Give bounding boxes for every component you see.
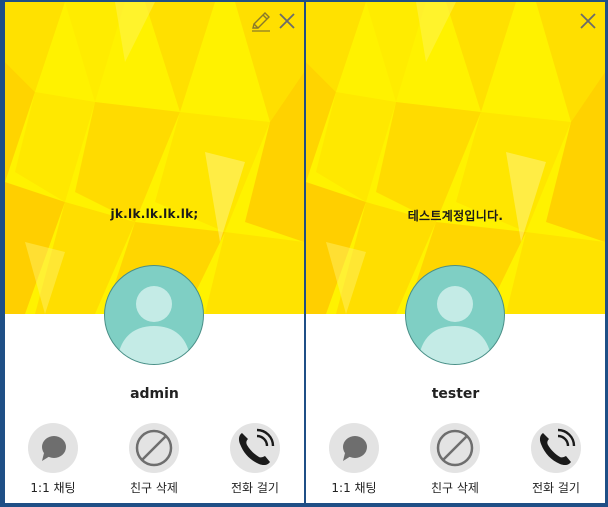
prohibited-icon bbox=[135, 429, 173, 467]
speech-bubble-icon bbox=[42, 436, 66, 461]
phone-icon bbox=[238, 428, 275, 466]
action-bar: 1:1 채팅 친구 삭제 전화 걸기 bbox=[306, 423, 605, 503]
close-button[interactable] bbox=[278, 12, 296, 30]
action-bar: 1:1 채팅 친구 삭제 전화 걸기 bbox=[5, 423, 304, 503]
delete-friend-label: 친구 삭제 bbox=[431, 481, 479, 495]
profile-card-tester: 테스트계정입니다. tester 1:1 채팅 친구 삭제 전화 걸기 bbox=[306, 2, 605, 503]
call-label: 전화 걸기 bbox=[231, 481, 279, 495]
delete-friend-button[interactable]: 친구 삭제 bbox=[109, 423, 199, 496]
call-label: 전화 걸기 bbox=[532, 481, 580, 495]
call-button[interactable]: 전화 걸기 bbox=[210, 423, 300, 496]
edit-profile-button[interactable] bbox=[250, 10, 272, 32]
close-icon bbox=[279, 13, 295, 29]
person-silhouette-icon bbox=[418, 286, 492, 364]
delete-friend-label: 친구 삭제 bbox=[130, 481, 178, 495]
chat-button[interactable]: 1:1 채팅 bbox=[309, 423, 399, 496]
phone-icon bbox=[539, 428, 576, 466]
chat-label: 1:1 채팅 bbox=[30, 481, 76, 495]
chat-label: 1:1 채팅 bbox=[331, 481, 377, 495]
prohibited-icon bbox=[436, 429, 474, 467]
close-button[interactable] bbox=[579, 12, 597, 30]
close-icon bbox=[580, 13, 596, 29]
status-message: 테스트계정입니다. bbox=[407, 209, 504, 223]
delete-friend-button[interactable]: 친구 삭제 bbox=[410, 423, 500, 496]
pencil-icon bbox=[252, 12, 270, 32]
avatar[interactable] bbox=[405, 265, 505, 365]
username: admin bbox=[130, 386, 179, 402]
person-silhouette-icon bbox=[117, 286, 191, 364]
username: tester bbox=[431, 386, 480, 402]
speech-bubble-icon bbox=[343, 436, 367, 461]
chat-button[interactable]: 1:1 채팅 bbox=[8, 423, 98, 496]
status-message: jk.lk.lk.lk.lk; bbox=[110, 207, 199, 221]
profile-card-admin: jk.lk.lk.lk.lk; admin 1:1 채팅 친구 삭제 전화 걸기 bbox=[5, 2, 304, 503]
avatar[interactable] bbox=[104, 265, 204, 365]
call-button[interactable]: 전화 걸기 bbox=[511, 423, 601, 496]
